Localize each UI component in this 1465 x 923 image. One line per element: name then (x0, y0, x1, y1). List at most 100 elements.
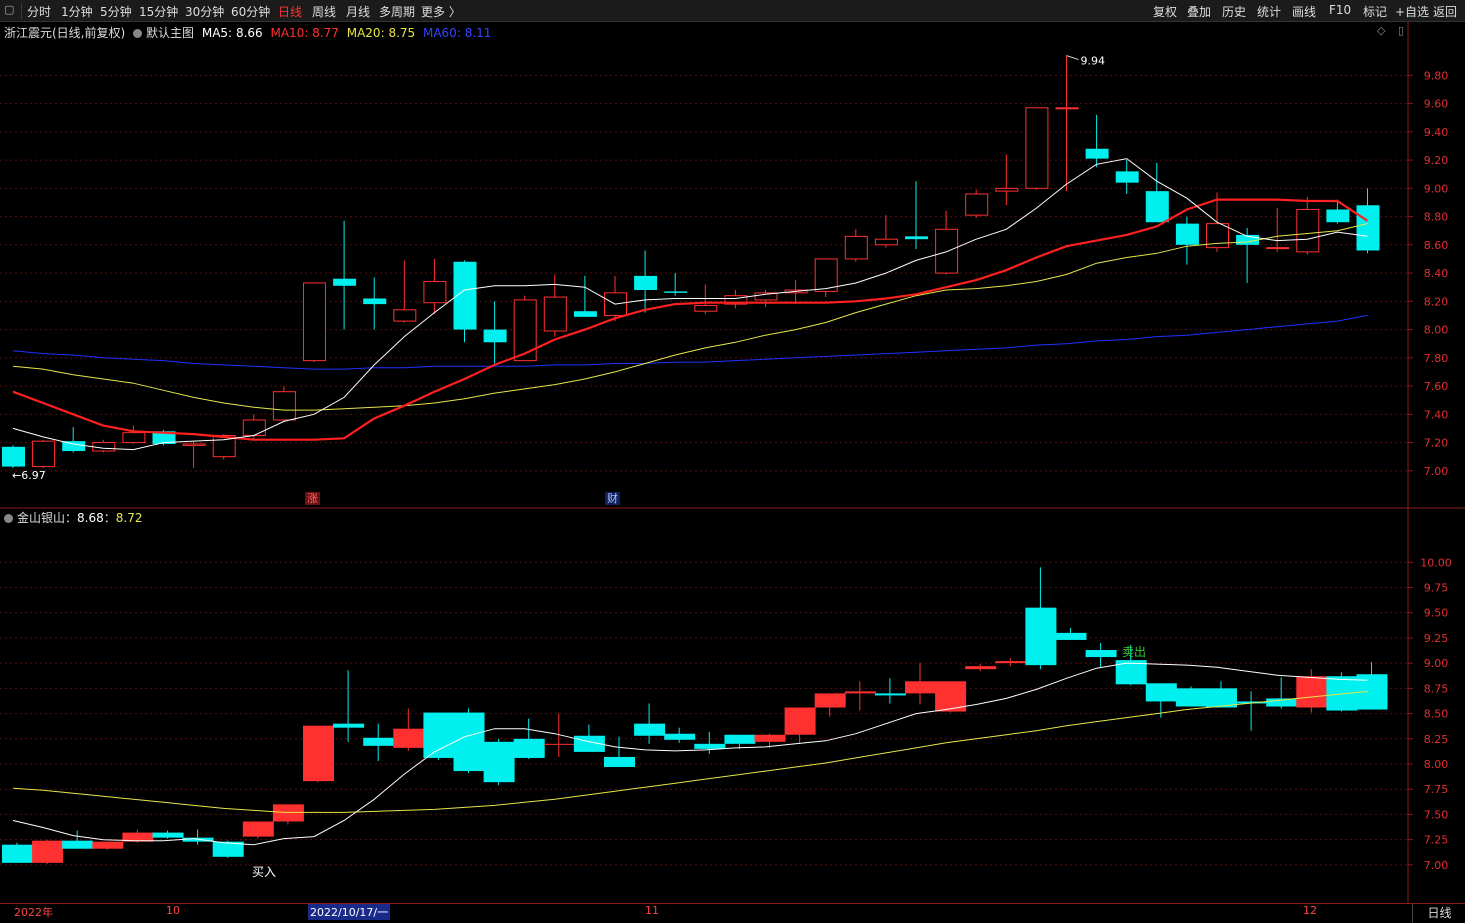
candle-body (62, 840, 94, 849)
stock-title[interactable]: 浙江震元(日线,前复权) (4, 26, 125, 40)
y-tick-label: 9.00 (1424, 657, 1449, 670)
candle-body (1115, 171, 1139, 183)
candle-body (814, 693, 846, 708)
y-tick-label: 9.00 (1424, 182, 1449, 195)
ma20-line (12, 223, 1368, 411)
overlay-button[interactable]: 叠加 (1187, 3, 1211, 20)
candle-body (1085, 148, 1109, 159)
candle-body (664, 291, 688, 293)
y-tick-label: 7.00 (1424, 465, 1449, 478)
template-toggle[interactable]: 默认主图 (133, 26, 194, 40)
tab-15min[interactable]: 15分钟 (139, 3, 178, 20)
finance-badge[interactable]: 财 (605, 492, 620, 505)
template-label: 默认主图 (146, 26, 195, 40)
y-tick-label: 7.60 (1424, 380, 1449, 393)
ma60-label: MA60: (422, 26, 461, 40)
candle-body (242, 821, 274, 837)
x-label-nov: 11 (645, 904, 659, 917)
high-marker (1066, 55, 1079, 61)
y-tick-label: 8.00 (1424, 324, 1449, 337)
candle-body (844, 691, 876, 694)
ma5-value: 8.66 (235, 26, 263, 40)
history-button[interactable]: 历史 (1222, 3, 1246, 20)
candle-body (1145, 683, 1177, 702)
candle-body (1085, 650, 1117, 658)
y-tick-label: 7.50 (1424, 808, 1449, 821)
candle-body (724, 734, 756, 744)
candle-body (152, 832, 184, 838)
candle-body (32, 440, 56, 468)
candle-body (784, 707, 816, 735)
candle-body (333, 278, 357, 286)
ma60-value: 8.11 (464, 26, 492, 40)
dropdown-circle-icon[interactable] (4, 514, 13, 523)
candle-body (182, 443, 206, 446)
indicator-value-1: 8.68 (77, 511, 104, 525)
x-label-dec: 12 (1303, 904, 1317, 917)
y-tick-label: 9.50 (1424, 607, 1449, 620)
back-button[interactable]: 返回 (1433, 3, 1457, 20)
y-tick-label: 7.75 (1424, 783, 1449, 796)
tab-monthly[interactable]: 月线 (346, 3, 370, 20)
candle-body (543, 296, 567, 332)
price-panel: 7.00 7.20 7.40 7.60 7.80 8.00 8.20 8.40 8.60 8.80… (0, 55, 1449, 482)
sell-signal-label: 卖出 (1122, 645, 1146, 659)
dropdown-circle-icon (133, 29, 143, 38)
tab-more[interactable]: 更多 〉 (421, 3, 461, 20)
ma20-value: 8.75 (388, 26, 416, 40)
limit-up-badge[interactable]: 涨 (305, 492, 320, 505)
restore-rights-button[interactable]: 复权 (1153, 3, 1177, 20)
candle-body (1326, 209, 1350, 223)
f10-button[interactable]: F10 (1329, 3, 1351, 17)
candle-body (995, 187, 1019, 192)
tab-weekly[interactable]: 周线 (312, 3, 336, 20)
collapse-toolbar-icon[interactable]: ▢ (4, 3, 14, 16)
candle-body (363, 298, 387, 305)
candle-body (303, 282, 326, 362)
candle-body (814, 258, 838, 292)
candle-body (634, 275, 658, 291)
mark-button[interactable]: 标记 (1363, 3, 1387, 20)
statistics-button[interactable]: 统计 (1257, 3, 1281, 20)
tab-daily[interactable]: 日线 (278, 3, 302, 20)
ma60-line (12, 314, 1368, 370)
tab-1min[interactable]: 1分钟 (61, 3, 93, 20)
candle-body (92, 841, 124, 849)
candle-body (242, 419, 266, 436)
candle-body (905, 681, 936, 694)
draw-line-button[interactable]: 画线 (1292, 3, 1316, 20)
candle-body (333, 723, 365, 728)
add-watchlist-button[interactable]: +自选 (1395, 3, 1429, 20)
y-tick-label: 7.40 (1424, 408, 1449, 421)
panel-expand-icon[interactable]: ▯ (1398, 24, 1404, 37)
tab-multi-period[interactable]: 多周期 (379, 3, 415, 20)
y-tick-label: 9.75 (1424, 581, 1449, 594)
chart-area[interactable]: 7.00 7.20 7.40 7.60 7.80 8.00 8.20 8.40 8.60 8.80… (0, 0, 1465, 923)
y-tick-label: 8.20 (1424, 295, 1449, 308)
candle-body (513, 299, 537, 362)
tab-30min[interactable]: 30分钟 (185, 3, 224, 20)
candle-body (754, 734, 786, 742)
candle-body (1055, 107, 1079, 110)
ma5-label: MA5: (201, 26, 233, 40)
candle-body (393, 728, 425, 748)
candle-body (694, 743, 726, 749)
tab-minute-time[interactable]: 分时 (27, 3, 51, 20)
y-tick-label: 8.60 (1424, 239, 1449, 252)
y-tick-label: 7.00 (1424, 859, 1449, 872)
tab-60min[interactable]: 60分钟 (231, 3, 270, 20)
y-tick-label: 8.50 (1424, 708, 1449, 721)
ma10-label: MA10: (270, 26, 309, 40)
candle-body (905, 236, 928, 240)
tab-5min[interactable]: 5分钟 (100, 3, 132, 20)
period-selector[interactable]: 日线 (1412, 904, 1465, 923)
diamond-icon[interactable]: ◇ (1377, 24, 1385, 37)
ma10-value: 8.77 (312, 26, 339, 40)
indicator-name[interactable]: 金山银山 (17, 511, 65, 525)
indicator-separator: ： (65, 511, 78, 525)
candle-body (604, 756, 635, 768)
candle-body (573, 311, 597, 317)
toolbar-divider (21, 3, 22, 19)
candle-body (1025, 107, 1049, 189)
main-chart-info: 浙江震元(日线,前复权) 默认主图 MA5: 8.66 MA10: 8.77 M… (4, 24, 491, 41)
